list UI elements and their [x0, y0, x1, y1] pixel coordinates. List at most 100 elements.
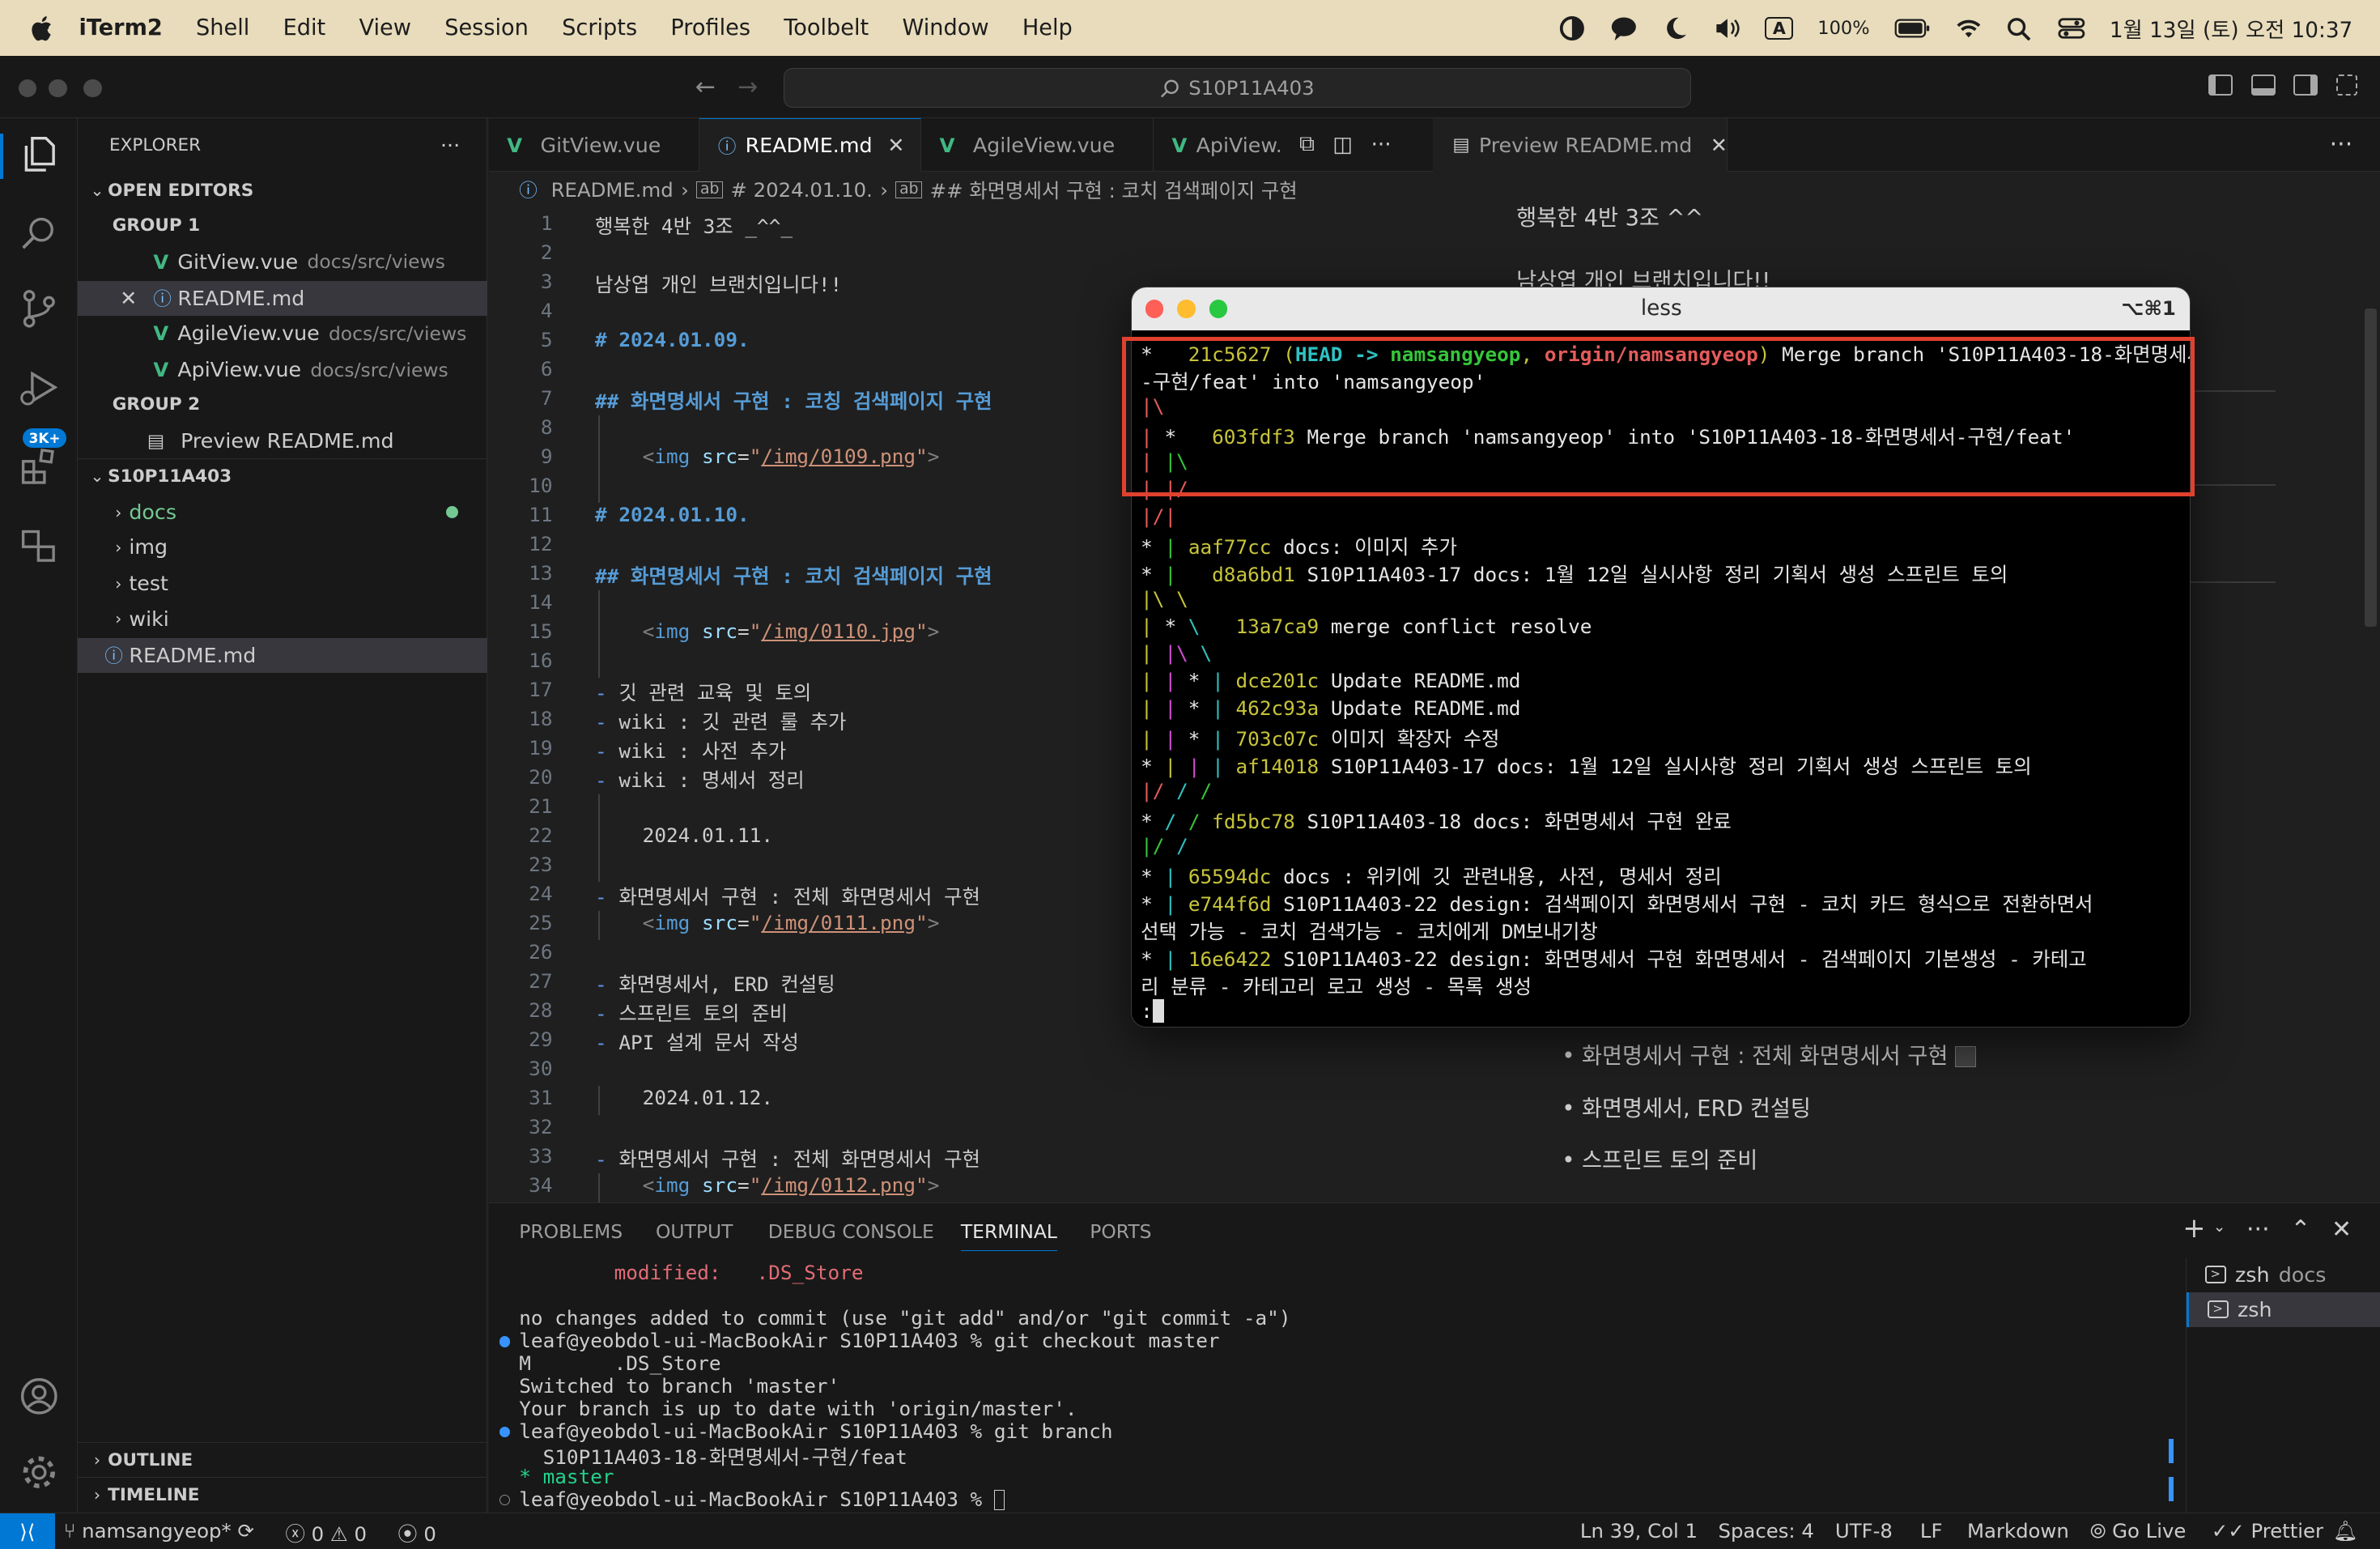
breadcrumb-heading1[interactable]: # 2024.01.10. — [731, 178, 873, 202]
new-terminal-plus-icon[interactable]: + — [2182, 1212, 2205, 1244]
language-mode[interactable]: Markdown — [1967, 1519, 2069, 1543]
chevron-down-icon[interactable]: ⌄ — [2213, 1219, 2226, 1236]
folder-docs[interactable]: ›docs — [78, 495, 487, 530]
preview-scrollbar[interactable] — [2365, 309, 2377, 628]
menu-profiles[interactable]: Profiles — [670, 15, 750, 40]
tab-ports[interactable]: PORTS — [1090, 1220, 1151, 1243]
remote-indicator-icon[interactable]: ⟩⟨ — [0, 1513, 55, 1549]
command-center-search[interactable]: S10P11A403 — [784, 68, 1691, 108]
tab-agileview[interactable]: VAgileView.vue — [921, 118, 1154, 172]
folder-wiki[interactable]: ›wiki — [78, 602, 487, 636]
more-actions-icon[interactable]: ··· — [2330, 130, 2353, 159]
menu-scripts[interactable]: Scripts — [562, 15, 637, 40]
more-actions-icon[interactable]: ··· — [2246, 1215, 2270, 1244]
spotlight-search-icon[interactable] — [2006, 16, 2034, 40]
command-decoration-dot[interactable] — [499, 1495, 510, 1505]
close-panel-icon[interactable]: ✕ — [2331, 1215, 2352, 1244]
volume-icon[interactable] — [1714, 16, 1741, 40]
toggle-panel-icon[interactable] — [2251, 74, 2276, 96]
breadcrumb-heading2[interactable]: ## 화면명세서 구현 : 코치 검색페이지 구현 — [930, 176, 1298, 204]
source-control-icon[interactable] — [19, 288, 60, 330]
folder-img[interactable]: ›img — [78, 530, 487, 564]
forward-arrow-icon[interactable]: → — [737, 73, 758, 101]
prettier-status[interactable]: ✓✓ Prettier — [2212, 1519, 2323, 1543]
open-preview-icon[interactable]: ⧉ — [1299, 132, 1315, 157]
open-editor-gitview[interactable]: VGitView.vuedocs/src/views — [78, 245, 487, 279]
chat-bubble-icon[interactable] — [1610, 16, 1638, 40]
menu-window[interactable]: Window — [902, 15, 988, 40]
branch-status[interactable]: ⑂ namsangyeop* ⟳ — [64, 1519, 254, 1543]
folder-test[interactable]: ›test — [78, 566, 487, 601]
notifications-bell-icon[interactable]: 🔔︎ — [2333, 1519, 2358, 1543]
command-decoration-dot[interactable] — [499, 1336, 510, 1347]
ports-status[interactable]: ⦿ 0 — [397, 1519, 436, 1547]
command-decoration-dot[interactable] — [499, 1427, 510, 1437]
menu-view[interactable]: View — [359, 15, 410, 40]
menubar-clock[interactable]: 1월 13일 (토) 오전 10:37 — [2110, 13, 2352, 44]
open-editor-readme[interactable]: ✕ⓘREADME.md — [78, 281, 487, 316]
window-minimize-button[interactable] — [1177, 300, 1196, 318]
maximize-panel-icon[interactable]: ⌃ — [2290, 1215, 2310, 1244]
menu-edit[interactable]: Edit — [283, 15, 326, 40]
problems-status[interactable]: ⓧ 0 ⚠ 0 — [286, 1519, 367, 1547]
explorer-files-icon[interactable] — [19, 134, 60, 175]
menu-toolbelt[interactable]: Toolbelt — [784, 15, 869, 40]
open-editor-preview[interactable]: ▤Preview README.md — [78, 423, 487, 458]
battery-icon[interactable] — [1894, 16, 1931, 40]
menu-shell[interactable]: Shell — [196, 15, 249, 40]
toggle-secondary-sidebar-icon[interactable] — [2293, 74, 2318, 96]
tab-readme[interactable]: ⓘREADME.md✕ — [699, 118, 921, 172]
split-editor-icon[interactable]: ◫ — [1332, 133, 1353, 157]
customize-layout-icon[interactable] — [2336, 74, 2357, 96]
input-source-indicator[interactable]: A — [1765, 17, 1793, 40]
activity-icon[interactable] — [1558, 16, 1586, 40]
run-and-debug-icon[interactable] — [19, 368, 60, 409]
toggle-primary-sidebar-icon[interactable] — [2208, 74, 2233, 96]
window-minimize-button[interactable] — [49, 79, 67, 98]
extensions-icon[interactable] — [19, 446, 60, 487]
menu-session[interactable]: Session — [444, 15, 529, 40]
more-actions-icon[interactable]: ··· — [440, 134, 460, 157]
cursor-position[interactable]: Ln 39, Col 1 — [1580, 1519, 1698, 1543]
open-editor-apiview[interactable]: VApiView.vuedocs/src/views — [78, 352, 487, 387]
manage-gear-icon[interactable] — [19, 1452, 60, 1493]
encoding-status[interactable]: UTF-8 — [1835, 1519, 1893, 1543]
tab-preview-readme[interactable]: ▤Preview README.md✕ — [1434, 118, 1728, 172]
window-zoom-button[interactable] — [83, 79, 102, 98]
file-readme[interactable]: ⓘREADME.md — [78, 638, 487, 673]
apple-menu-icon[interactable] — [31, 15, 55, 42]
wifi-icon[interactable] — [1955, 16, 1983, 40]
project-folder-section[interactable]: ⌄S10P11A403 — [78, 458, 487, 493]
tab-problems[interactable]: PROBLEMS — [519, 1220, 623, 1243]
menu-help[interactable]: Help — [1022, 15, 1073, 40]
eol-status[interactable]: LF — [1920, 1519, 1943, 1543]
timeline-section[interactable]: ›TIMELINE — [78, 1477, 487, 1512]
window-zoom-button[interactable] — [1209, 300, 1228, 318]
window-close-button[interactable] — [19, 79, 37, 98]
accounts-icon[interactable] — [19, 1376, 60, 1417]
control-center-icon[interactable] — [2058, 16, 2085, 40]
iterm-less-window[interactable]: less ⌥⌘1 * 21c5627 (HEAD -> namsangyeop,… — [1131, 287, 2191, 1028]
menu-app-name[interactable]: iTerm2 — [79, 15, 163, 40]
remote-explorer-icon[interactable] — [19, 526, 60, 567]
tab-debug-console[interactable]: DEBUG CONSOLE — [768, 1220, 934, 1243]
terminal-instance-docs[interactable]: >zshdocs — [2187, 1257, 2380, 1292]
more-actions-icon[interactable]: ··· — [1371, 133, 1392, 157]
close-icon[interactable]: ✕ — [887, 134, 904, 157]
search-icon[interactable] — [19, 213, 60, 254]
indentation-status[interactable]: Spaces: 4 — [1719, 1519, 1814, 1543]
terminal-instance-zsh[interactable]: >zsh — [2187, 1292, 2380, 1327]
close-icon[interactable]: ✕ — [120, 287, 153, 310]
outline-section[interactable]: ›OUTLINE — [78, 1442, 487, 1477]
tab-apiview[interactable]: VApiView. — [1154, 118, 1290, 172]
tab-output[interactable]: OUTPUT — [656, 1220, 733, 1243]
tab-terminal[interactable]: TERMINAL — [961, 1220, 1057, 1251]
breadcrumb-file[interactable]: README.md — [551, 178, 674, 202]
open-editor-agileview[interactable]: VAgileView.vuedocs/src/views — [78, 316, 487, 351]
close-icon[interactable]: ✕ — [1711, 134, 1728, 157]
go-live-button[interactable]: ⦾ Go Live — [2090, 1519, 2187, 1543]
back-arrow-icon[interactable]: ← — [695, 73, 716, 101]
open-editors-section[interactable]: ⌄OPEN EDITORS — [78, 173, 487, 208]
window-close-button[interactable] — [1145, 300, 1164, 318]
moon-icon[interactable] — [1662, 16, 1689, 40]
